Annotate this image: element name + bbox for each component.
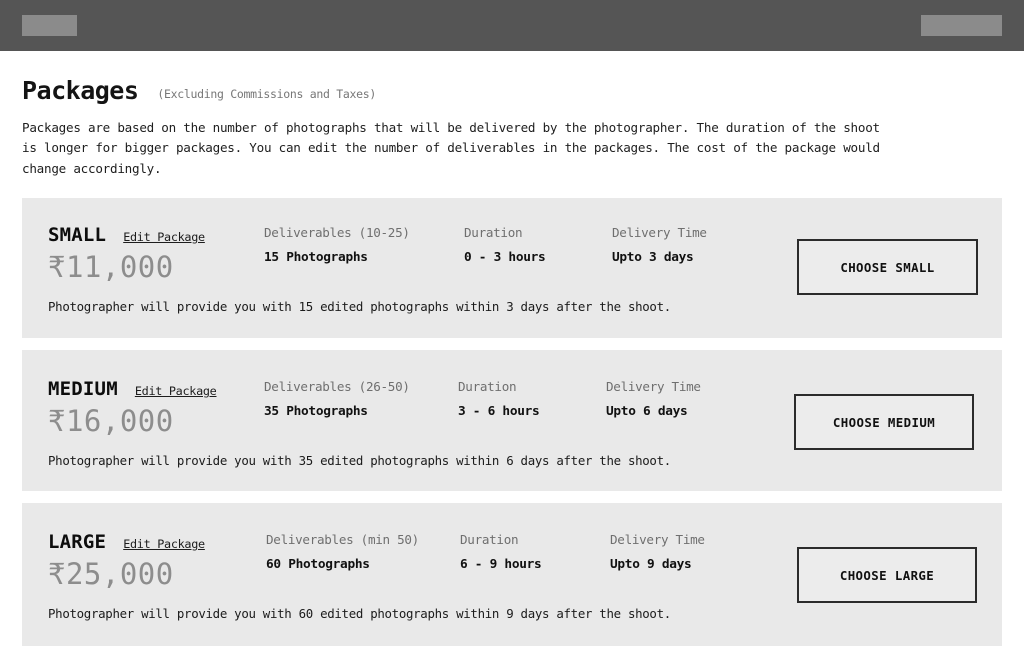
spec-deliverables-value-large: 60 Photographs [266, 557, 370, 573]
edit-package-link-small[interactable]: Edit Package [123, 230, 205, 244]
choose-large-button[interactable]: CHOOSE LARGE [797, 547, 977, 604]
spec-delivery-large: Delivery Time Upto 9 days [610, 532, 705, 572]
spec-delivery-label-large: Delivery Time [610, 532, 705, 548]
spec-delivery-value-large: Upto 9 days [610, 557, 692, 573]
package-name-row-small: SMALL Edit Package [48, 224, 205, 246]
spec-deliverables-small: Deliverables (10-25) 15 Photographs [264, 225, 410, 265]
spec-deliverables-medium: Deliverables (26-50) 35 Photographs [264, 379, 410, 419]
topbar-action-placeholder[interactable] [921, 15, 1002, 36]
spec-duration-label-large: Duration [460, 532, 519, 548]
spec-duration-label-small: Duration [464, 225, 523, 241]
spec-delivery-label-small: Delivery Time [612, 225, 707, 241]
package-price-medium: ₹16,000 [48, 404, 174, 439]
spec-deliverables-value-small: 15 Photographs [264, 250, 368, 266]
spec-delivery-label-medium: Delivery Time [606, 379, 701, 395]
package-price-large: ₹25,000 [48, 557, 174, 592]
package-card-large: LARGE Edit Package ₹25,000 Deliverables … [22, 503, 1002, 646]
package-note-small: Photographer will provide you with 15 ed… [48, 299, 671, 315]
spec-duration-value-large: 6 - 9 hours [460, 557, 542, 573]
spec-deliverables-label-medium: Deliverables (26-50) [264, 379, 410, 395]
package-note-large: Photographer will provide you with 60 ed… [48, 606, 671, 622]
spec-delivery-value-small: Upto 3 days [612, 250, 694, 266]
package-name-large: LARGE [48, 531, 107, 554]
spec-duration-value-small: 0 - 3 hours [464, 250, 546, 266]
package-note-medium: Photographer will provide you with 35 ed… [48, 453, 671, 469]
spec-delivery-medium: Delivery Time Upto 6 days [606, 379, 701, 419]
spec-delivery-small: Delivery Time Upto 3 days [612, 225, 707, 265]
spec-duration-large: Duration 6 - 9 hours [460, 532, 542, 573]
package-list: SMALL Edit Package ₹11,000 Deliverables … [0, 198, 1024, 646]
package-name-medium: MEDIUM [48, 378, 118, 401]
spec-duration-label-medium: Duration [458, 379, 517, 395]
choose-small-button[interactable]: CHOOSE SMALL [797, 239, 978, 296]
package-card-small: SMALL Edit Package ₹11,000 Deliverables … [22, 198, 1002, 339]
package-name-row-medium: MEDIUM Edit Package [48, 378, 217, 401]
package-name-small: SMALL [48, 224, 107, 247]
spec-deliverables-label-small: Deliverables (10-25) [264, 225, 410, 241]
edit-package-link-large[interactable]: Edit Package [123, 537, 205, 551]
page-header: Packages (Excluding Commissions and Taxe… [0, 78, 1024, 179]
top-navigation-bar [0, 0, 1024, 51]
package-price-small: ₹11,000 [48, 250, 174, 285]
page-subtitle: (Excluding Commissions and Taxes) [157, 87, 377, 101]
spec-deliverables-value-medium: 35 Photographs [264, 404, 368, 420]
spec-delivery-value-medium: Upto 6 days [606, 404, 688, 420]
topbar-logo-placeholder[interactable] [22, 15, 77, 36]
spec-duration-small: Duration 0 - 3 hours [464, 225, 546, 266]
page-title: Packages [22, 76, 139, 105]
choose-medium-button[interactable]: CHOOSE MEDIUM [794, 394, 974, 451]
spec-deliverables-large: Deliverables (min 50) 60 Photographs [266, 532, 419, 572]
title-row: Packages (Excluding Commissions and Taxe… [22, 78, 1002, 103]
package-card-medium: MEDIUM Edit Package ₹16,000 Deliverables… [22, 350, 1002, 492]
spec-deliverables-label-large: Deliverables (min 50) [266, 532, 419, 548]
package-name-row-large: LARGE Edit Package [48, 531, 205, 553]
page-description: Packages are based on the number of phot… [22, 120, 880, 176]
edit-package-link-medium[interactable]: Edit Package [135, 384, 217, 398]
spec-duration-medium: Duration 3 - 6 hours [458, 379, 540, 420]
spec-duration-value-medium: 3 - 6 hours [458, 404, 540, 420]
